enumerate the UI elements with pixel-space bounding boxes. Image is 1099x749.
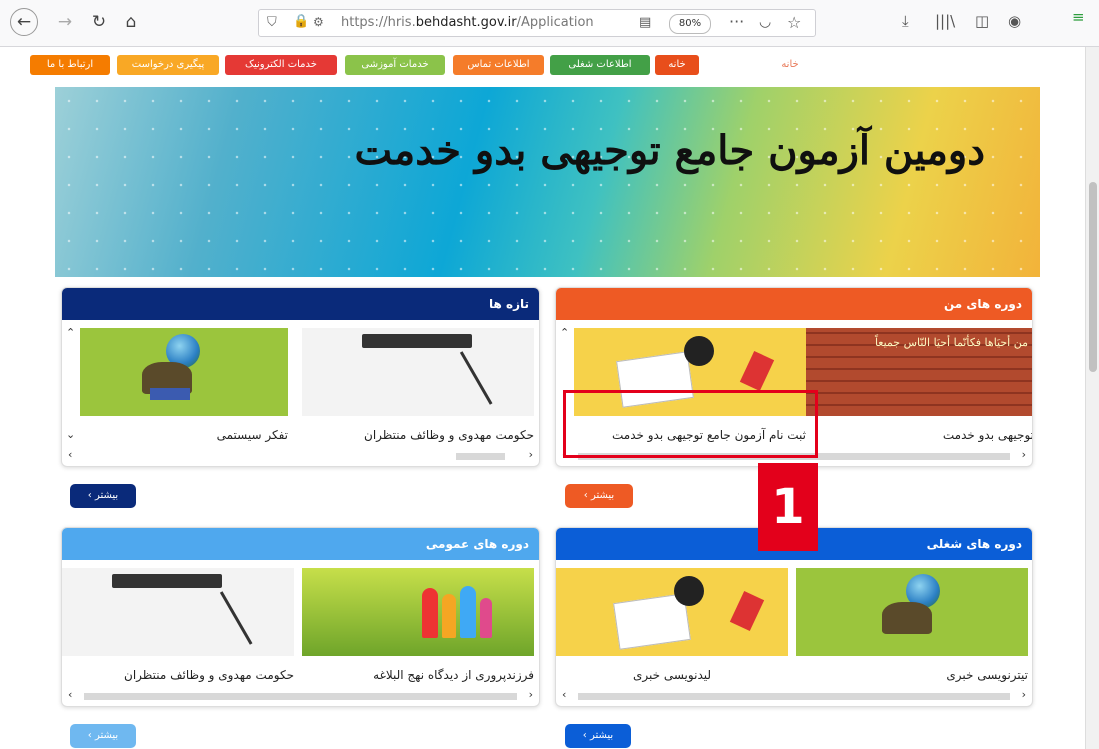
course-image <box>62 568 294 656</box>
course-title[interactable]: توجیهی بدو خدمت <box>802 428 1032 442</box>
menu-education-services[interactable]: خدمات آموزشی <box>345 55 445 75</box>
more-label: بیشتر <box>94 490 119 501</box>
more-label: بیشتر <box>94 730 119 741</box>
scroll-right-icon[interactable]: › <box>1022 448 1026 461</box>
scroll-right-icon[interactable]: › <box>1022 688 1026 701</box>
course-image: من أحيَاها فكأنّما أحيَا النّاس جميعاً <box>802 328 1032 416</box>
permissions-icon[interactable]: ⚙ <box>313 15 324 29</box>
menu-electronic-services[interactable]: خدمات الکترونیک <box>225 55 337 75</box>
download-icon[interactable]: ⤓ <box>902 12 909 30</box>
back-icon[interactable]: ← <box>10 8 38 36</box>
scroll-left-icon[interactable]: ‹ <box>562 688 566 701</box>
news-more-button[interactable]: ‹ بیشتر <box>70 484 136 508</box>
menu-contact-us[interactable]: ارتباط با ما <box>30 55 110 75</box>
home-icon[interactable]: ⌂ <box>118 9 144 35</box>
pocket-icon[interactable]: ◡ <box>759 14 771 30</box>
general-courses-more-button[interactable]: ‹ بیشتر <box>70 724 136 748</box>
chevron-left-icon: ‹ <box>87 490 95 501</box>
scroll-left-icon[interactable]: ‹ <box>68 688 72 701</box>
browser-toolbar: ← → ↻ ⌂ ⛉ 🔒 ⚙ https://hris.behdasht.gov.… <box>0 0 1099 47</box>
url-text: https://hris.behdasht.gov.ir/Application <box>341 15 594 30</box>
banner-slider[interactable]: دومین آزمون جامع توجیهی بدو خدمت <box>55 87 1040 277</box>
menu-home[interactable]: خانه <box>655 55 699 75</box>
course-image <box>556 568 788 656</box>
horizontal-scrollbar[interactable]: ‹ › <box>560 688 1028 702</box>
course-image <box>796 568 1028 656</box>
zoom-indicator[interactable]: 80% <box>669 14 711 34</box>
panel-title: دوره های عمومی <box>62 528 539 560</box>
chevron-left-icon: ‹ <box>582 730 590 741</box>
news-panel: تازه ها ⌃ ⌄ حکومت مهدوی و وظائف منتظران … <box>61 287 540 467</box>
brick-banner-text: من أحيَاها فكأنّما أحيَا النّاس جميعاً <box>874 336 1028 349</box>
library-icon[interactable]: |||\ <box>935 12 955 30</box>
shield-icon[interactable]: ⛉ <box>267 15 277 30</box>
course-title[interactable]: حکومت مهدوی و وظائف منتظران <box>302 428 534 442</box>
breadcrumb-home[interactable]: خانه <box>760 55 820 75</box>
course-card[interactable]: تیترنویسی خبری <box>796 568 1028 682</box>
more-actions-icon[interactable]: ··· <box>729 12 744 31</box>
course-card[interactable]: من أحيَاها فكأنّما أحيَا النّاس جميعاً ت… <box>802 328 1032 442</box>
course-card[interactable]: فرزندپروری از دیدگاه نهج البلاغه <box>302 568 534 682</box>
course-card[interactable]: لیدنویسی خبری <box>556 568 788 682</box>
course-title[interactable]: حکومت مهدوی و وظائف منتظران <box>62 668 294 682</box>
highlight-box <box>563 390 818 458</box>
forward-icon[interactable]: → <box>52 9 78 35</box>
scroll-right-icon[interactable]: › <box>529 688 533 701</box>
my-courses-more-button[interactable]: ‹ بیشتر <box>565 484 633 508</box>
course-card[interactable]: حکومت مهدوی و وظائف منتظران <box>302 328 534 442</box>
course-card[interactable]: تفکر سیستمی <box>80 328 288 442</box>
chevron-left-icon: ‹ <box>583 490 591 501</box>
job-courses-more-button[interactable]: ‹ بیشتر <box>565 724 631 748</box>
bookmark-star-icon[interactable]: ☆ <box>787 13 801 32</box>
panel-title: دوره های من <box>556 288 1032 320</box>
sidebar-icon[interactable]: ◫ <box>975 12 989 30</box>
banner-title: دومین آزمون جامع توجیهی بدو خدمت <box>354 127 985 174</box>
course-title[interactable]: فرزندپروری از دیدگاه نهج البلاغه <box>302 668 534 682</box>
menu-update-icon[interactable]: ≡ <box>1072 8 1085 26</box>
reload-icon[interactable]: ↻ <box>86 9 112 35</box>
reader-view-icon[interactable]: ▤ <box>639 15 651 30</box>
more-label: بیشتر <box>589 730 614 741</box>
scrollbar-thumb[interactable] <box>1089 182 1097 372</box>
menu-contact-info[interactable]: اطلاعات تماس <box>453 55 544 75</box>
horizontal-scrollbar[interactable]: ‹ › <box>66 448 535 462</box>
scroll-right-icon[interactable]: › <box>529 448 533 461</box>
course-title[interactable]: تیترنویسی خبری <box>796 668 1028 682</box>
account-icon[interactable]: ◉ <box>1008 12 1021 30</box>
course-title[interactable]: تفکر سیستمی <box>80 428 288 442</box>
job-courses-panel: دوره های شغلی تیترنویسی خبری لیدنویسی خب… <box>555 527 1033 707</box>
page-scrollbar[interactable] <box>1085 47 1099 749</box>
url-bar[interactable]: ⛉ 🔒 ⚙ https://hris.behdasht.gov.ir/Appli… <box>258 9 816 37</box>
panel-title: تازه ها <box>62 288 539 320</box>
course-card[interactable]: حکومت مهدوی و وظائف منتظران <box>62 568 294 682</box>
more-label: بیشتر <box>590 490 615 501</box>
scroll-up-icon[interactable]: ⌃ <box>560 326 569 339</box>
chevron-left-icon: ‹ <box>87 730 95 741</box>
general-courses-panel: دوره های عمومی فرزندپروری از دیدگاه نهج … <box>61 527 540 707</box>
course-title[interactable]: لیدنویسی خبری <box>556 668 788 682</box>
course-image <box>302 328 534 416</box>
menu-request-tracking[interactable]: پیگیری درخواست <box>117 55 219 75</box>
page-content: خانه خانه اطلاعات شغلی اطلاعات تماس خدما… <box>0 47 1085 749</box>
menu-job-info[interactable]: اطلاعات شغلی <box>550 55 650 75</box>
course-image <box>302 568 534 656</box>
scroll-left-icon[interactable]: ‹ <box>68 448 72 461</box>
scroll-up-icon[interactable]: ⌃ <box>66 326 75 339</box>
horizontal-scrollbar[interactable]: ‹ › <box>66 688 535 702</box>
course-image <box>80 328 288 416</box>
scroll-down-icon[interactable]: ⌄ <box>66 428 75 441</box>
step-marker: 1 <box>758 463 818 551</box>
lock-icon[interactable]: 🔒 <box>293 14 309 29</box>
